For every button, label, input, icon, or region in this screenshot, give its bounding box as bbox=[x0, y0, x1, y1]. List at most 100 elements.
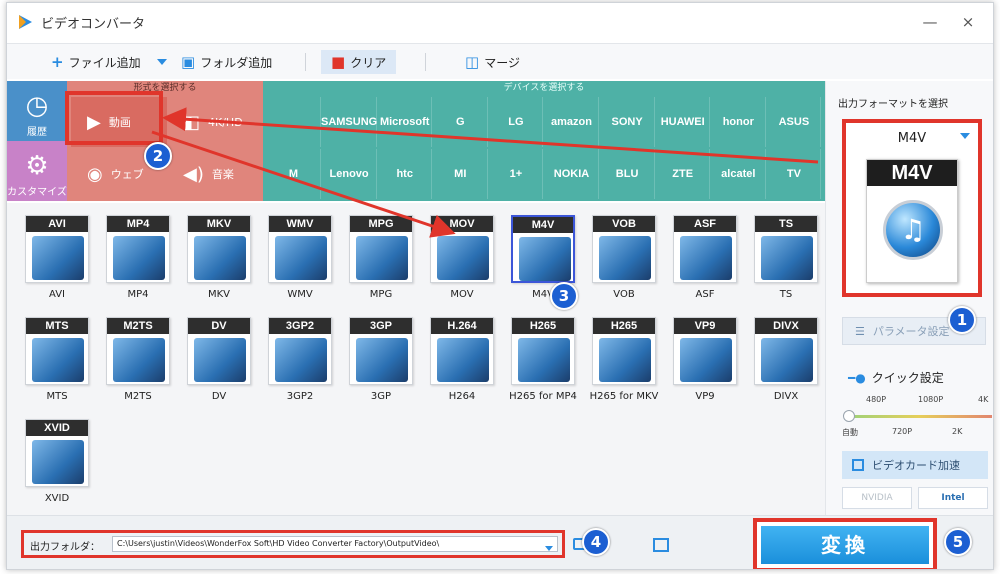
device-brand-tile[interactable]: LG bbox=[489, 97, 544, 147]
format-thumbnail: VOB bbox=[592, 215, 656, 283]
format-option[interactable]: XVID XVID bbox=[17, 413, 97, 511]
media-folder-icon[interactable] bbox=[653, 538, 669, 552]
format-thumbnail-art bbox=[113, 236, 165, 280]
format-thumbnail: DV bbox=[187, 317, 251, 385]
device-brand-tile[interactable]: ASUS bbox=[767, 97, 822, 147]
format-thumbnail-art bbox=[356, 338, 408, 382]
chip-icon bbox=[852, 459, 864, 471]
format-option[interactable]: H265 H265 for MKV bbox=[584, 311, 664, 409]
device-brand-tile[interactable]: BLU bbox=[601, 149, 655, 199]
chevron-down-icon[interactable] bbox=[545, 546, 553, 551]
quality-label: 1080P bbox=[918, 395, 944, 404]
device-brand-tile[interactable]: alcatel bbox=[712, 149, 766, 199]
device-brand-tile[interactable]: honor bbox=[712, 97, 766, 147]
quick-setting-heading: ━● クイック設定 bbox=[848, 369, 944, 386]
chevron-down-icon bbox=[157, 59, 167, 65]
quick-setting-label: クイック設定 bbox=[871, 371, 944, 385]
device-brand-tile[interactable] bbox=[267, 97, 321, 147]
device-brand-tile[interactable]: TV bbox=[767, 149, 822, 199]
format-thumbnail-art bbox=[519, 237, 571, 281]
device-brand-tile[interactable]: ZTE bbox=[656, 149, 711, 199]
format-thumbnail-tag: MKV bbox=[188, 216, 250, 232]
fourk-category-tab[interactable]: ◧ 4K/HD bbox=[167, 97, 263, 147]
format-option[interactable]: MKV MKV bbox=[179, 209, 259, 307]
format-option[interactable]: MPG MPG bbox=[341, 209, 421, 307]
device-brand-tile[interactable]: M bbox=[267, 149, 321, 199]
format-thumbnail-art bbox=[32, 338, 84, 382]
device-brand-tile[interactable]: NOKIA bbox=[545, 149, 599, 199]
add-folder-label: フォルダ追加 bbox=[200, 55, 273, 70]
device-brand-tile[interactable]: G bbox=[434, 97, 488, 147]
step-badge-1: 1 bbox=[948, 306, 976, 334]
gpu-acceleration-button[interactable]: ビデオカード加速 bbox=[842, 451, 988, 479]
device-brand-tile[interactable]: SONY bbox=[601, 97, 655, 147]
chevron-down-icon[interactable] bbox=[960, 133, 970, 139]
device-brand-tile[interactable]: MI bbox=[434, 149, 488, 199]
format-option[interactable]: 3GP 3GP bbox=[341, 311, 421, 409]
format-option[interactable]: H265 H265 for MP4 bbox=[503, 311, 583, 409]
quality-slider-handle[interactable] bbox=[843, 410, 855, 422]
output-folder-input[interactable]: C:\Users\justin\Videos\WonderFox Soft\HD… bbox=[112, 536, 558, 552]
customize-button[interactable]: ⚙ カスタマイズ bbox=[7, 141, 67, 201]
format-option[interactable]: TS TS bbox=[746, 209, 826, 307]
format-option[interactable]: DIVX DIVX bbox=[746, 311, 826, 409]
format-option[interactable]: MTS MTS bbox=[17, 311, 97, 409]
format-option-label: TS bbox=[779, 289, 793, 300]
device-brand-tile[interactable]: amazon bbox=[545, 97, 599, 147]
selected-format-name: M4V bbox=[897, 131, 927, 146]
customize-label: カスタマイズ bbox=[7, 187, 67, 198]
nvidia-toggle[interactable]: NVIDIA bbox=[842, 487, 912, 509]
format-thumbnail-tag: TS bbox=[755, 216, 817, 232]
hd-icon: ◧ bbox=[183, 111, 201, 133]
device-brand-tile[interactable]: Lenovo bbox=[323, 149, 377, 199]
format-thumbnail-art bbox=[275, 236, 327, 280]
format-option[interactable]: ASF ASF bbox=[665, 209, 745, 307]
format-grid: AVI AVI MP4 MP4 MKV MKV WMV WMV MPG MPG MOV MOV M4V M… bbox=[7, 203, 825, 515]
format-option-label: AVI bbox=[49, 289, 65, 300]
history-button[interactable]: ◷ 履歴 bbox=[7, 81, 67, 141]
quality-slider[interactable] bbox=[846, 415, 992, 418]
format-option[interactable]: MOV MOV bbox=[422, 209, 502, 307]
plus-icon: + bbox=[51, 53, 64, 71]
step-badge-4: 4 bbox=[582, 528, 610, 556]
output-format-selector[interactable]: M4V M4V ♫ bbox=[842, 119, 982, 297]
format-thumbnail-tag: MOV bbox=[431, 216, 493, 232]
gear-icon: ⚙ bbox=[25, 151, 49, 181]
format-option[interactable]: VOB VOB bbox=[584, 209, 664, 307]
clear-button[interactable]: ■ クリア bbox=[321, 50, 397, 74]
format-option[interactable]: MP4 MP4 bbox=[98, 209, 178, 307]
merge-button[interactable]: ◫ マージ bbox=[465, 51, 520, 73]
format-option[interactable]: AVI AVI bbox=[17, 209, 97, 307]
merge-icon: ◫ bbox=[465, 53, 480, 71]
format-option[interactable]: M2TS M2TS bbox=[98, 311, 178, 409]
minimize-button[interactable]: — bbox=[919, 11, 941, 33]
toolbar-divider bbox=[425, 53, 426, 71]
close-button[interactable]: × bbox=[957, 11, 979, 33]
add-file-button[interactable]: + ファイル追加 bbox=[51, 51, 141, 73]
format-option[interactable]: VP9 VP9 bbox=[665, 311, 745, 409]
device-brand-tile[interactable]: SAMSUNG bbox=[321, 97, 377, 147]
format-option[interactable]: H.264 H264 bbox=[422, 311, 502, 409]
add-file-dropdown[interactable] bbox=[157, 51, 167, 73]
device-brand-tile[interactable]: 1+ bbox=[489, 149, 544, 199]
app-window: ビデオコンバータ — × + ファイル追加 ▣ フォルダ追加 ■ クリア ◫ マ… bbox=[6, 2, 994, 570]
add-folder-button[interactable]: ▣ フォルダ追加 bbox=[181, 51, 272, 73]
format-option[interactable]: WMV WMV bbox=[260, 209, 340, 307]
clear-label: クリア bbox=[350, 55, 387, 70]
format-option-label: XVID bbox=[44, 493, 70, 504]
format-option-label: VP9 bbox=[695, 391, 715, 402]
convert-button[interactable]: 変換 bbox=[761, 526, 929, 564]
format-thumbnail-tag: H.264 bbox=[431, 318, 493, 334]
device-brand-tile[interactable]: HUAWEI bbox=[656, 97, 711, 147]
music-note-icon: ♫ bbox=[883, 200, 943, 260]
format-option[interactable]: 3GP2 3GP2 bbox=[260, 311, 340, 409]
device-brand-tile[interactable]: Microsoft bbox=[378, 97, 433, 147]
intel-toggle[interactable]: Intel bbox=[918, 487, 988, 509]
format-option[interactable]: DV DV bbox=[179, 311, 259, 409]
device-brand-tile[interactable]: htc bbox=[378, 149, 433, 199]
toolbar: + ファイル追加 ▣ フォルダ追加 ■ クリア ◫ マージ bbox=[7, 43, 993, 79]
format-thumbnail: TS bbox=[754, 215, 818, 283]
audio-category-tab[interactable]: ◀) 音楽 bbox=[167, 149, 263, 199]
quality-label: 4K bbox=[978, 395, 989, 404]
format-thumbnail-art bbox=[680, 338, 732, 382]
